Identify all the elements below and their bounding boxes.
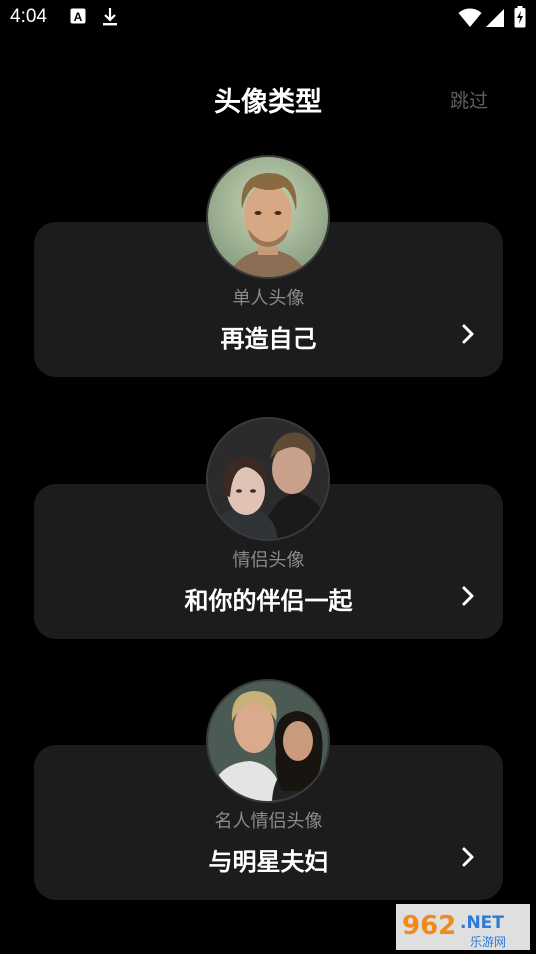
wifi-icon — [458, 8, 482, 32]
svg-text:.NET: .NET — [460, 913, 504, 933]
svg-text:乐游网: 乐游网 — [470, 935, 506, 949]
card-subtitle: 名人情侣头像 — [214, 811, 323, 832]
signal-icon — [485, 8, 505, 32]
card-subtitle: 情侣头像 — [232, 550, 305, 571]
card-subtitle: 单人头像 — [232, 288, 305, 309]
svg-text:962: 962 — [402, 911, 456, 941]
svg-text:A: A — [74, 10, 83, 24]
battery-charging-icon — [514, 6, 526, 32]
card-title: 与明星夫妇 — [208, 848, 329, 876]
download-icon — [102, 7, 118, 31]
status-time: 4:04 — [10, 6, 47, 27]
card-title: 和你的伴侣一起 — [184, 587, 353, 615]
single-portrait-avatar — [206, 155, 330, 279]
card-title: 再造自己 — [220, 325, 317, 353]
skip-button[interactable]: 跳过 — [450, 86, 488, 113]
chevron-right-icon — [462, 586, 474, 606]
watermark-logo: 962 .NET 乐游网 — [396, 904, 530, 950]
chevron-right-icon — [462, 324, 474, 344]
chevron-right-icon — [462, 847, 474, 867]
celebrity-couple-avatar — [206, 679, 330, 803]
status-bar: 4:04 A — [0, 0, 536, 36]
text-a-icon: A — [70, 8, 86, 28]
couple-portrait-avatar — [206, 417, 330, 541]
